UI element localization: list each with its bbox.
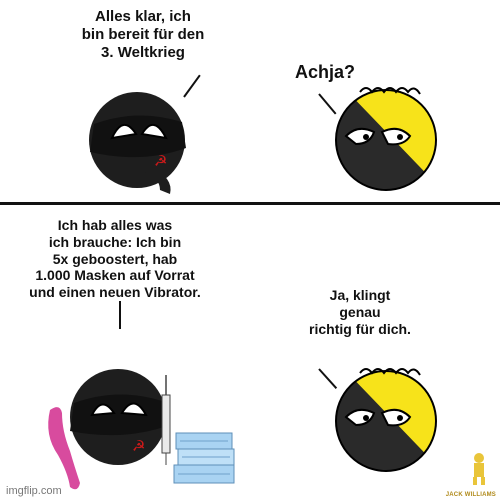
speech-text-anarchist-ball: Ich hab alles was ich brauche: Ich bin 5… — [29, 217, 201, 301]
comic-panel-bottom: Ich hab alles was ich brauche: Ich bin 5… — [0, 205, 500, 500]
syringe-icon — [161, 375, 171, 465]
jack-williams-logo — [473, 453, 485, 485]
hammer-sickle-icon: ☭ — [154, 152, 167, 170]
speech-tail-left — [119, 301, 121, 329]
anarchist-countryball: ☭ — [89, 92, 186, 194]
face-masks-icon — [173, 432, 235, 484]
imgflip-watermark: imgflip.com — [6, 485, 62, 497]
hammer-sickle-icon: ☭ — [132, 437, 145, 455]
comic-panel-top: Alles klar, ich bin bereit für den 3. We… — [0, 0, 500, 202]
speech-text-anarchist-ball: Alles klar, ich bin bereit für den 3. We… — [81, 8, 205, 61]
logo-text: JACK WILLIAMS — [445, 492, 496, 498]
ancap-countryball — [335, 368, 437, 472]
speech-text-ancap-ball: Ja, klingt genau richtig für dich. — [309, 287, 411, 337]
ancap-countryball — [335, 87, 437, 191]
anarchist-countryball: ☭ — [48, 369, 235, 490]
speech-text-ancap-ball: Achja? — [294, 62, 355, 82]
